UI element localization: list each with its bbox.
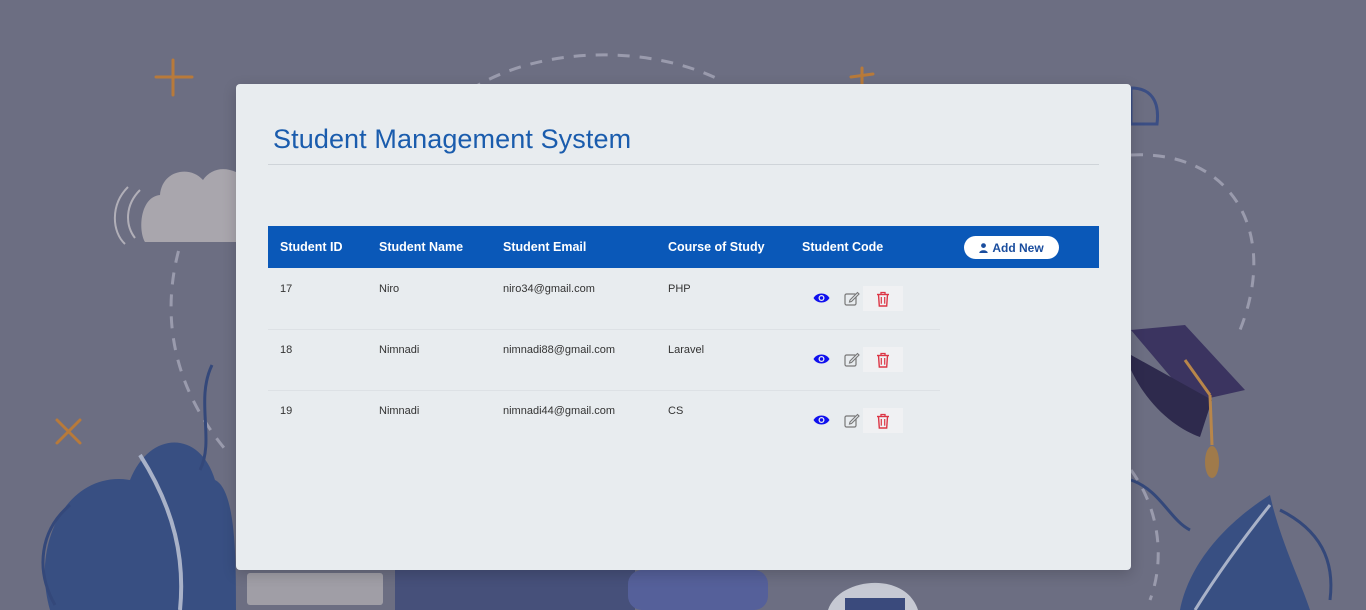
- student-name-cell: Niro: [379, 283, 400, 295]
- table-row: 19 Nimnadi nimnadi44@gmail.com CS: [268, 390, 940, 451]
- course-cell: Laravel: [668, 344, 705, 356]
- edit-icon: [844, 352, 860, 367]
- header-student-id: Student ID: [280, 240, 343, 254]
- view-button[interactable]: [808, 285, 834, 311]
- student-email-cell: niro34@gmail.com: [503, 283, 595, 295]
- student-name-cell: Nimnadi: [379, 344, 420, 356]
- eye-icon: [813, 415, 829, 425]
- header-student-code: Student Code: [802, 240, 884, 254]
- add-new-button[interactable]: Add New: [964, 236, 1059, 259]
- student-email-cell: nimnadi88@gmail.com: [503, 344, 616, 356]
- student-name-cell: Nimnadi: [379, 405, 420, 417]
- header-course-of-study: Course of Study: [668, 240, 765, 254]
- edit-button[interactable]: [839, 407, 865, 433]
- trash-icon: [877, 352, 889, 368]
- trash-icon: [877, 291, 889, 307]
- edit-icon: [844, 291, 860, 306]
- course-cell: PHP: [668, 283, 691, 295]
- title-divider: [268, 164, 1099, 165]
- table-row: 17 Niro niro34@gmail.com PHP: [268, 268, 940, 330]
- view-button[interactable]: [808, 346, 834, 372]
- edit-button[interactable]: [839, 285, 865, 311]
- add-new-label: Add New: [992, 240, 1044, 255]
- table-header: Student ID Student Name Student Email Co…: [268, 226, 1099, 268]
- student-email-cell: nimnadi44@gmail.com: [503, 405, 616, 417]
- eye-icon: [813, 293, 829, 303]
- student-id-cell: 18: [280, 344, 293, 356]
- view-button[interactable]: [808, 407, 834, 433]
- course-cell: CS: [668, 405, 684, 417]
- main-card: Student Management System Student ID Stu…: [236, 84, 1131, 570]
- student-id-cell: 17: [280, 283, 293, 295]
- trash-icon: [877, 413, 889, 429]
- header-student-email: Student Email: [503, 240, 587, 254]
- table-row: 18 Nimnadi nimnadi88@gmail.com Laravel: [268, 329, 940, 391]
- delete-button[interactable]: [863, 347, 903, 372]
- edit-icon: [844, 413, 860, 428]
- student-id-cell: 19: [280, 405, 293, 417]
- header-student-name: Student Name: [379, 240, 464, 254]
- delete-button[interactable]: [863, 408, 903, 433]
- user-icon: [979, 242, 989, 253]
- delete-button[interactable]: [863, 286, 903, 311]
- edit-button[interactable]: [839, 346, 865, 372]
- page-title: Student Management System: [273, 124, 632, 154]
- eye-icon: [813, 354, 829, 364]
